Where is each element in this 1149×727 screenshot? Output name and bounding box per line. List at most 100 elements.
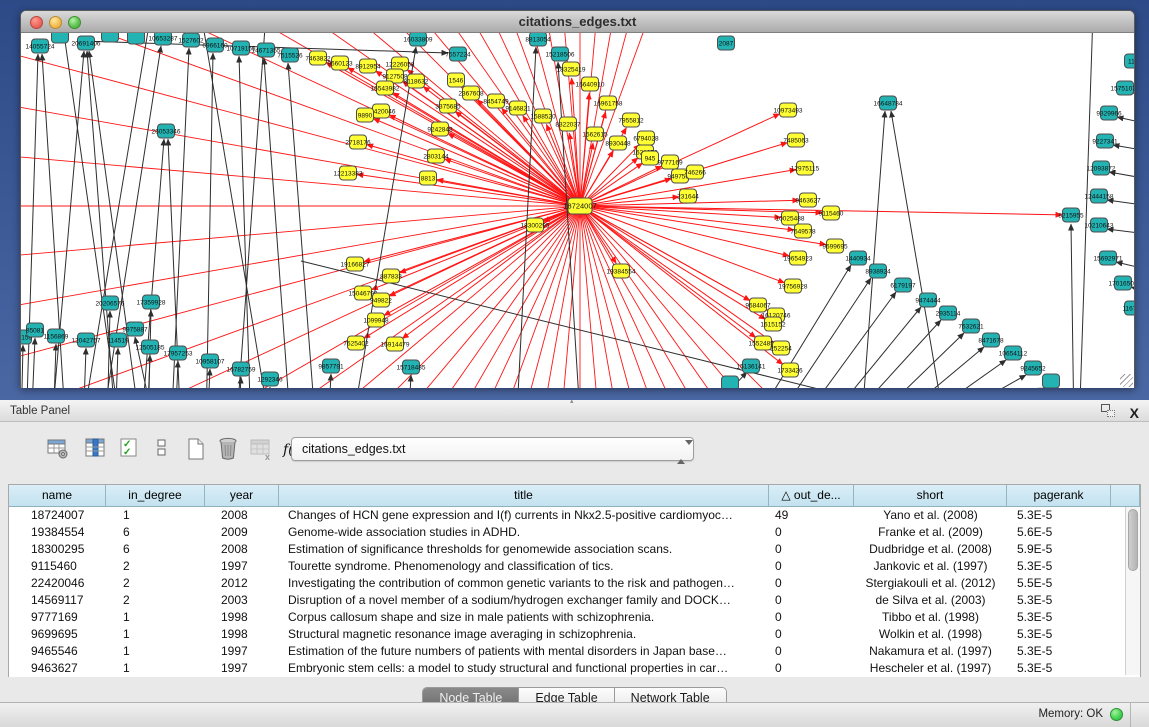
row-height-toggle-button[interactable] <box>148 434 176 464</box>
table-row[interactable]: 1830029562008Estimation of significance … <box>9 541 1140 558</box>
table-select-dropdown[interactable]: citations_edges.txt <box>291 437 694 461</box>
table-row[interactable]: 1938455462009Genome-wide association stu… <box>9 524 1140 541</box>
column-visibility-button[interactable] <box>82 434 110 464</box>
table-row[interactable]: 911546021997Tourette syndrome. Phenomeno… <box>9 558 1140 575</box>
graph-node[interactable]: 9115460 <box>819 206 844 220</box>
graph-node[interactable]: 17016504 <box>1109 276 1134 290</box>
graph-node[interactable]: 7632621 <box>958 319 984 333</box>
float-panel-icon[interactable] <box>1101 404 1115 417</box>
graph-node[interactable]: 16914479 <box>381 337 410 351</box>
graph-node[interactable]: 16033809 <box>404 33 433 46</box>
graph-node[interactable]: 12505185 <box>136 340 165 354</box>
graph-node[interactable]: 2803144 <box>423 149 449 163</box>
graph-node[interactable]: 8471678 <box>978 333 1004 347</box>
table-row[interactable]: 946362711997Embryonic stem cells: a mode… <box>9 660 1140 677</box>
graph-node[interactable]: 7557224 <box>445 47 471 61</box>
graph-node[interactable]: 6794028 <box>633 131 659 145</box>
graph-node[interactable] <box>1043 374 1060 388</box>
column-header-pagerank[interactable]: pagerank <box>1007 485 1111 506</box>
graph-node[interactable]: 949822 <box>370 293 392 307</box>
graph-node[interactable]: 8938924 <box>865 264 891 278</box>
column-header-in_degree[interactable]: in_degree <box>106 485 205 506</box>
graph-node[interactable]: 9463627 <box>795 193 821 207</box>
graph-node[interactable]: 1733426 <box>777 363 803 377</box>
graph-node[interactable]: 9777169 <box>657 155 683 169</box>
new-column-button[interactable] <box>182 434 210 464</box>
graph-node[interactable]: 15218506 <box>546 47 575 61</box>
close-panel-icon[interactable]: X <box>1130 402 1139 424</box>
column-header-year[interactable]: year <box>205 485 279 506</box>
select-all-checkmarks-button[interactable]: ✓✓ <box>116 434 144 464</box>
graph-node[interactable]: 9975887 <box>122 322 148 336</box>
graph-node[interactable]: 10654112 <box>999 346 1028 360</box>
graph-node[interactable]: 9245652 <box>1020 361 1046 375</box>
graph-node[interactable]: 111 <box>1125 54 1135 68</box>
graph-node[interactable]: 85081 <box>26 323 44 337</box>
column-header-title[interactable]: title <box>279 485 769 506</box>
graph-node[interactable]: 19756928 <box>779 279 808 293</box>
graph-node[interactable]: 1292346 <box>257 372 283 386</box>
graph-node[interactable]: 10958107 <box>196 354 225 368</box>
graph-node[interactable]: 9227341 <box>1092 134 1118 148</box>
graph-node[interactable]: 8912954 <box>355 59 381 73</box>
graph-node[interactable]: 19654923 <box>784 251 813 265</box>
graph-node[interactable]: 17359928 <box>137 295 166 309</box>
graph-node[interactable]: 2718176 <box>345 135 371 149</box>
graph-node[interactable]: 2935114 <box>936 306 961 320</box>
graph-node[interactable]: 8215955 <box>1058 208 1084 222</box>
graph-node[interactable]: 2367608 <box>458 86 484 100</box>
graph-node[interactable]: 15136141 <box>737 359 766 373</box>
graph-node[interactable]: 6179197 <box>890 278 916 292</box>
graph-node[interactable]: 15751074 <box>1111 81 1134 95</box>
graph-node[interactable] <box>722 376 739 388</box>
graph-node[interactable]: 231644 <box>677 189 699 203</box>
graph-node[interactable]: 7649578 <box>790 224 816 238</box>
graph-node[interactable]: 1440934 <box>845 251 871 265</box>
graph-node[interactable]: 12213383 <box>334 166 363 180</box>
table-row[interactable]: 1872400712008Changes of HCN gene express… <box>9 507 1140 524</box>
graph-node[interactable]: 1588520 <box>530 109 556 123</box>
graph-node[interactable]: 1546 <box>448 73 465 87</box>
table-row[interactable]: 969969511998Structural magnetic resonanc… <box>9 626 1140 643</box>
splitter-handle-icon[interactable]: ▴ <box>570 400 580 404</box>
table-settings-button[interactable] <box>44 434 72 464</box>
graph-node[interactable]: 10210643 <box>1085 218 1114 232</box>
graph-node[interactable]: 16782759 <box>227 362 256 376</box>
graph-node[interactable]: 945 <box>642 151 659 165</box>
delete-column-button[interactable] <box>214 434 242 464</box>
graph-node[interactable]: 26053346 <box>152 124 181 138</box>
graph-node[interactable]: 19384554 <box>607 264 636 278</box>
graph-node[interactable]: 9890 <box>357 108 374 122</box>
graph-node[interactable]: 3375685 <box>435 99 461 113</box>
network-window-titlebar[interactable]: citations_edges.txt <box>21 11 1134 33</box>
graph-node[interactable]: 18724007 <box>563 198 596 214</box>
graph-node[interactable]: 116753 <box>1122 301 1134 315</box>
graph-node[interactable]: 20691406 <box>72 36 101 50</box>
graph-node[interactable]: 7955812 <box>618 113 644 127</box>
table-row[interactable]: 977716911998Corpus callosum shape and si… <box>9 609 1140 626</box>
graph-node[interactable]: 12444158 <box>1085 189 1114 203</box>
graph-node[interactable] <box>52 33 69 43</box>
graph-node[interactable]: 9857791 <box>318 359 344 373</box>
scrollbar-thumb[interactable] <box>1128 509 1138 571</box>
graph-node[interactable]: 12975115 <box>791 161 820 175</box>
graph-node[interactable]: 8930448 <box>605 136 631 150</box>
citation-network-graph[interactable]: 1405572420691406106532871527602696616010… <box>21 33 1134 388</box>
graph-node[interactable]: 8322037 <box>555 117 581 131</box>
graph-node[interactable]: 10025488 <box>776 211 805 225</box>
graph-node[interactable]: 7485063 <box>783 133 809 147</box>
table-row[interactable]: 2242004622012Investigating the contribut… <box>9 575 1140 592</box>
graph-node[interactable]: 7515526 <box>277 48 303 62</box>
graph-node[interactable]: 8813 <box>420 171 437 185</box>
graph-node[interactable]: 18325419 <box>557 62 586 76</box>
graph-node[interactable] <box>128 33 145 44</box>
graph-node[interactable]: 9699695 <box>822 239 848 253</box>
column-header-short[interactable]: short <box>854 485 1007 506</box>
column-header-out_de[interactable]: △ out_de... <box>769 485 854 506</box>
graph-node[interactable]: 16961758 <box>594 96 623 110</box>
graph-node[interactable]: 9329966 <box>1096 106 1122 120</box>
graph-node[interactable]: 8813054 <box>525 33 551 46</box>
vertical-scrollbar[interactable] <box>1125 507 1140 675</box>
graph-node[interactable]: 1156869 <box>44 329 69 343</box>
graph-node[interactable]: 16648784 <box>874 96 903 110</box>
